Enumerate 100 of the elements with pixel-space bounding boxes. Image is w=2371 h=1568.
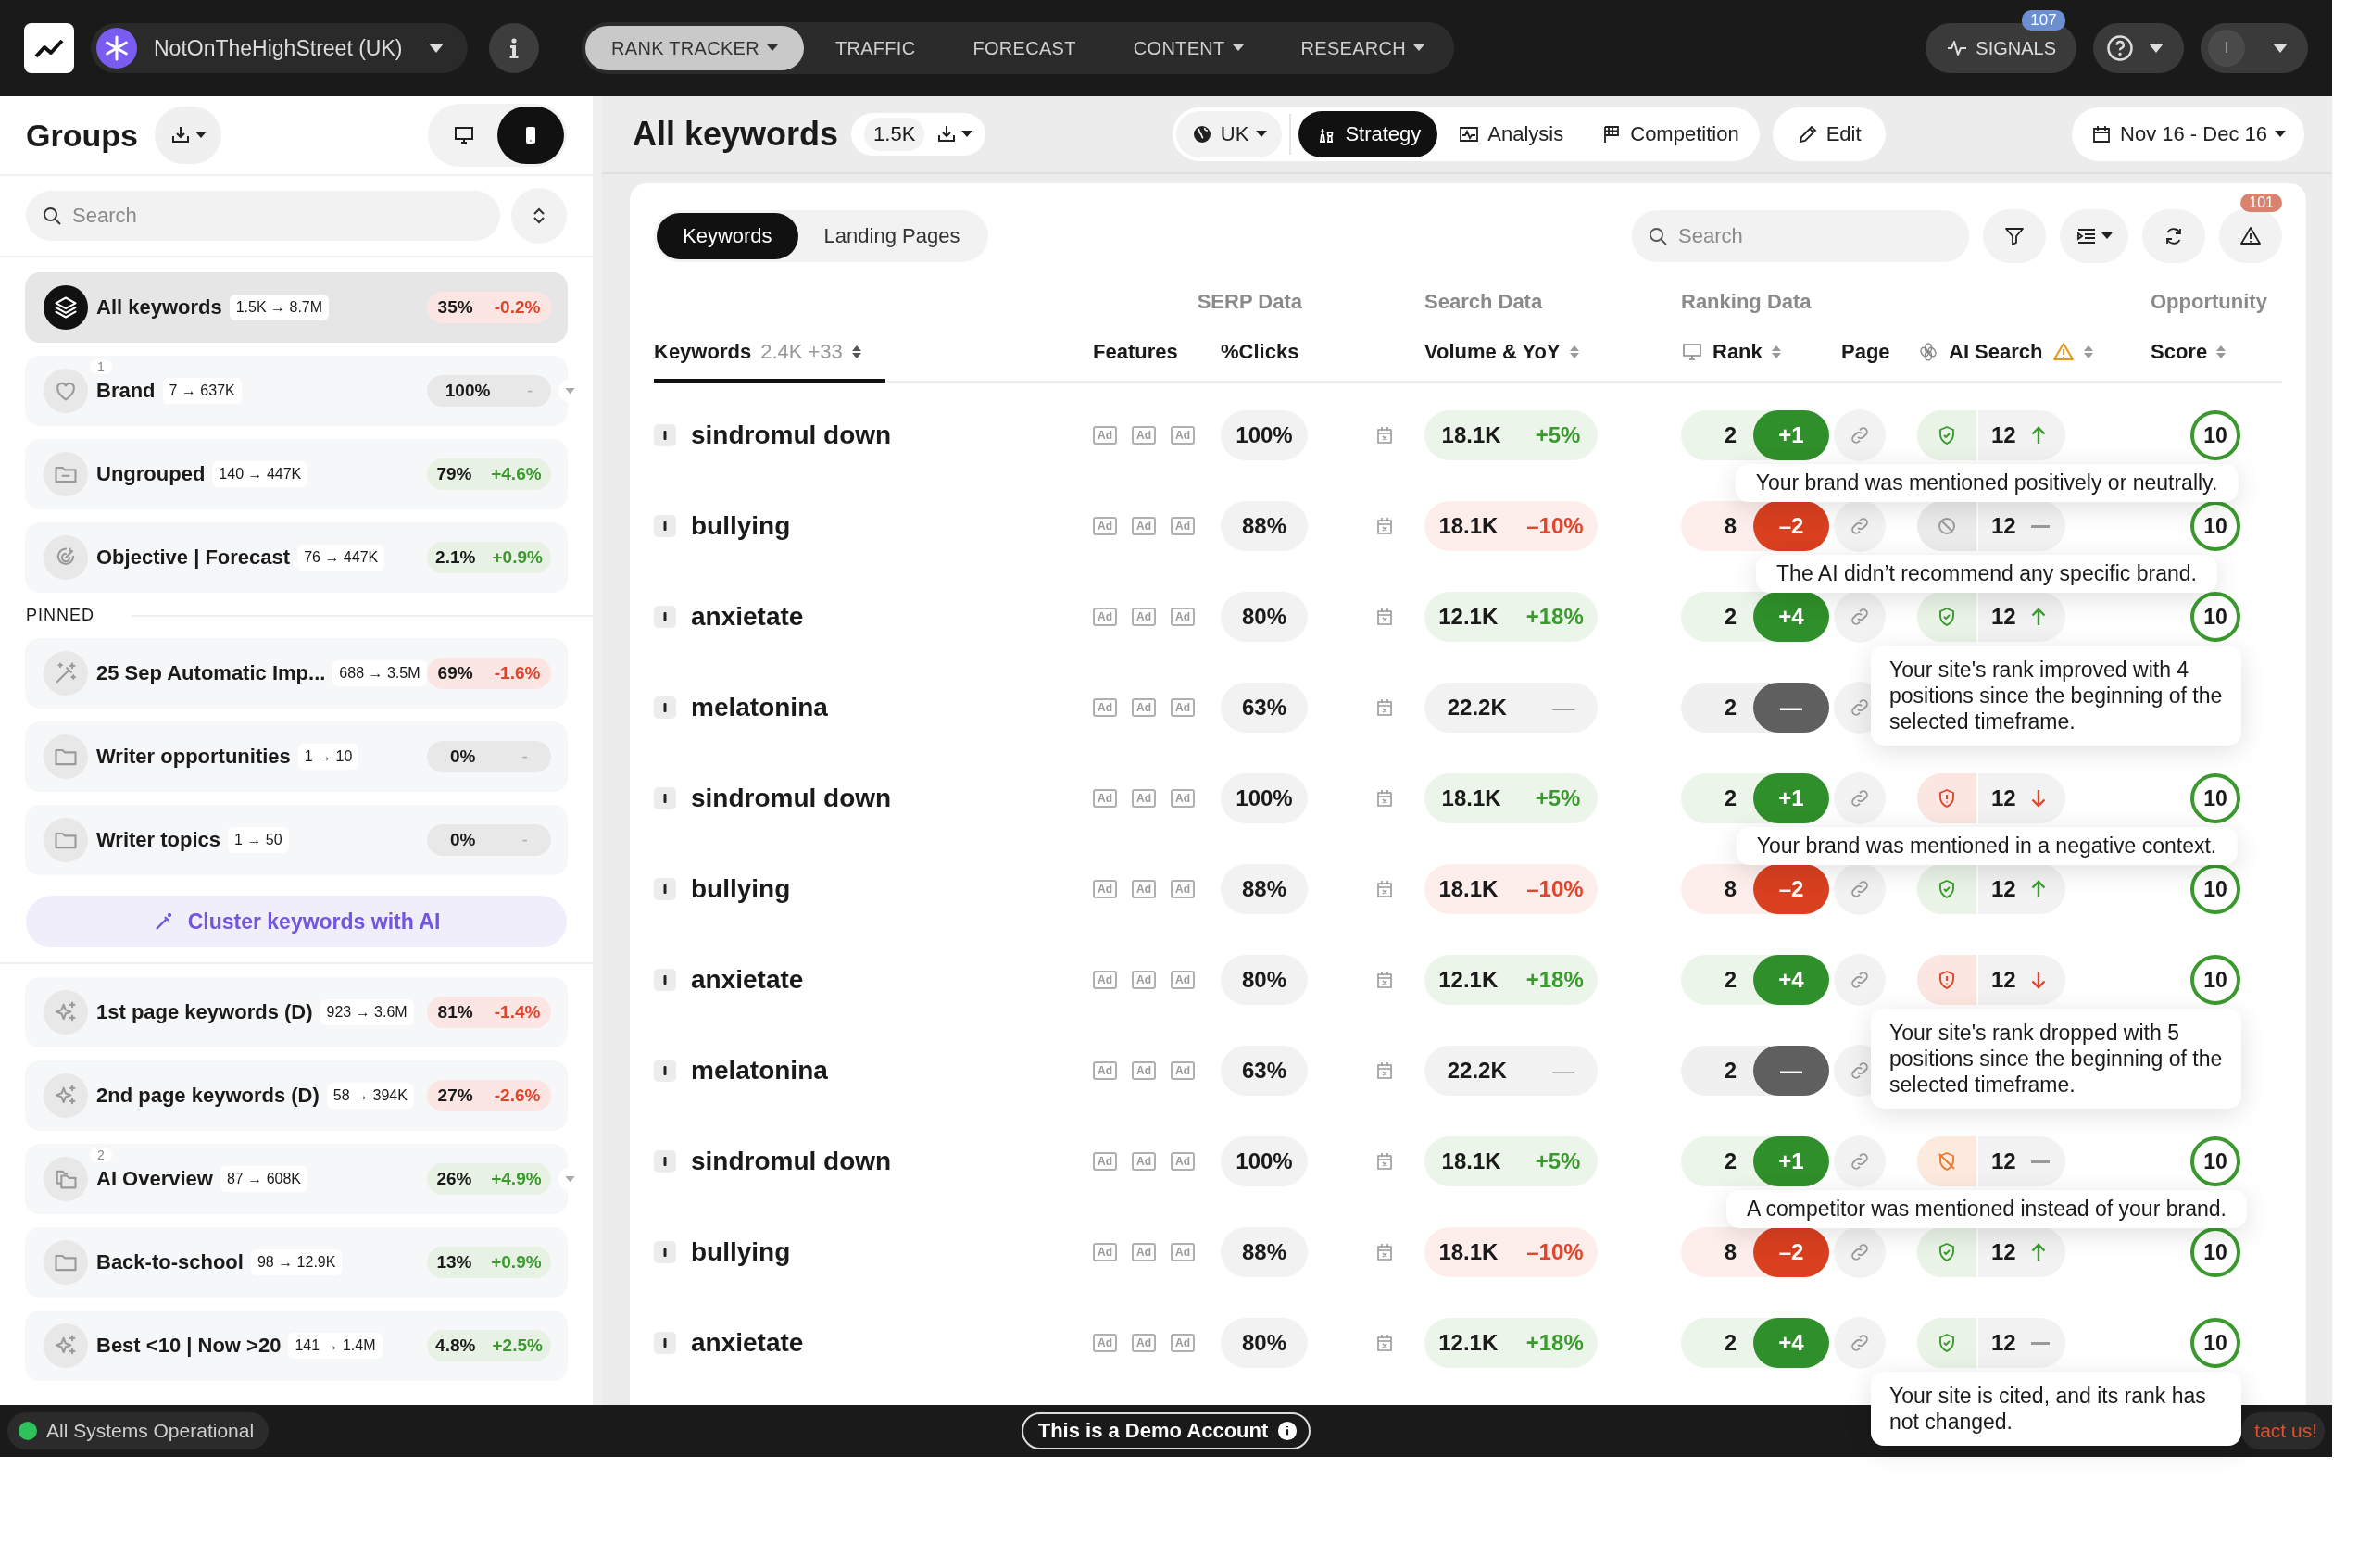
group-item[interactable]: 1st page keywords (D) 923 → 3.6M 81% -1.4%	[25, 977, 568, 1047]
column-header: Features	[1093, 340, 1179, 365]
score-value: 10	[2190, 1136, 2240, 1186]
contact-link[interactable]: tact us!	[2241, 1412, 2325, 1449]
ad-feature-label: Ad	[1093, 1152, 1117, 1171]
yoy-change: +18%	[1525, 1330, 1584, 1356]
alerts-button[interactable]	[2219, 209, 2282, 263]
user-menu[interactable]: I	[2201, 23, 2308, 73]
clicks-value: 88%	[1221, 864, 1308, 914]
nav-tab[interactable]: RESEARCH	[1274, 26, 1451, 70]
cluster-button[interactable]: Cluster keywords with AI	[26, 896, 567, 947]
handle-icon[interactable]	[654, 1060, 676, 1082]
info-button[interactable]	[489, 23, 539, 73]
volume-value: 12.1K	[1438, 1330, 1499, 1356]
ad-feature-label: Ad	[1171, 1334, 1195, 1352]
keyword-text[interactable]: anxietate	[691, 965, 804, 995]
handle-icon[interactable]	[654, 969, 676, 991]
search-field[interactable]: Search	[1632, 210, 1969, 262]
rank-change: —	[1753, 1046, 1829, 1096]
rank-change: +1	[1753, 1136, 1829, 1186]
link-icon	[1849, 878, 1871, 900]
keyword-text[interactable]: bullying	[691, 511, 791, 541]
column-header: Keywords	[654, 340, 752, 364]
ad-feature-label: Ad	[1093, 880, 1117, 898]
nav-tab[interactable]: FORECAST	[947, 26, 1102, 70]
keyword-text[interactable]: melatonina	[691, 693, 828, 722]
yoy-change: +5%	[1535, 422, 1581, 448]
demo-account-notice[interactable]: This is a Demo Account	[1021, 1412, 1311, 1449]
ad-feature-label: Ad	[1093, 698, 1117, 717]
ai-position: 12	[1991, 1239, 2016, 1265]
link-icon	[1849, 424, 1871, 446]
group-item[interactable]: All keywords 1.5K → 8.7M 35% -0.2%	[25, 272, 568, 343]
date-range-picker[interactable]: Nov 16 - Dec 16	[2072, 107, 2304, 161]
group-item[interactable]: 1 Brand 7 → 637K 100% -	[25, 356, 568, 426]
share-change: -1.4%	[494, 1002, 541, 1022]
keyword-count: 2.4K +33	[760, 340, 843, 364]
keyword-text[interactable]: melatonina	[691, 1056, 828, 1085]
logo-icon[interactable]	[24, 23, 74, 73]
search-field[interactable]: Search	[26, 191, 500, 241]
tab[interactable]: Keywords	[657, 213, 798, 259]
system-status[interactable]: All Systems Operational	[7, 1412, 270, 1449]
column-header[interactable]: Score	[2151, 340, 2208, 364]
keyword-text[interactable]: sindromul down	[691, 420, 892, 450]
keyword-text[interactable]: sindromul down	[691, 1147, 892, 1176]
keyword-text[interactable]: sindromul down	[691, 784, 892, 813]
help-icon	[2106, 34, 2134, 62]
caret-icon	[1413, 44, 1425, 52]
column-group-label: Opportunity	[2151, 290, 2268, 314]
ad-feature-label: Ad	[1132, 517, 1156, 535]
keyword-text[interactable]: bullying	[691, 1237, 791, 1267]
help-button[interactable]	[2093, 23, 2184, 73]
group-item[interactable]: Back-to-school 98 → 12.9K 13% +0.9%	[25, 1227, 568, 1298]
group-item[interactable]: 2nd page keywords (D) 58 → 394K 27% -2.6%	[25, 1060, 568, 1131]
handle-icon[interactable]	[654, 787, 676, 809]
caret-icon	[564, 1175, 575, 1183]
tab[interactable]: Landing Pages	[797, 213, 986, 259]
view-tab[interactable]: Competition	[1584, 111, 1756, 157]
group-item[interactable]: Objective | Forecast 76 → 447K 2.1% +0.9%	[25, 522, 568, 593]
column-header[interactable]: Rank	[1712, 340, 1763, 364]
nav-tab[interactable]: TRAFFIC	[809, 26, 942, 70]
ad-feature-label: Ad	[1132, 789, 1156, 808]
group-item[interactable]: Best <10 | Now >20 141 → 1.4M 4.8% +2.5%	[25, 1311, 568, 1381]
keywords-column-header[interactable]: Keywords 2.4K +33	[654, 340, 885, 383]
handle-icon[interactable]	[654, 696, 676, 719]
share-value: 2.1%	[435, 547, 476, 568]
ban-icon	[1936, 515, 1958, 537]
keyword-text[interactable]: anxietate	[691, 602, 804, 632]
share-change: -2.6%	[494, 1085, 541, 1106]
handle-icon[interactable]	[654, 878, 676, 900]
nav-tab[interactable]: CONTENT	[1107, 26, 1270, 70]
group-item[interactable]: 25 Sep Automatic Imp... 688 → 3.5M 69% -1.6%	[25, 638, 568, 709]
handle-icon[interactable]	[654, 1332, 676, 1354]
handle-icon[interactable]	[654, 1241, 676, 1263]
country-dropdown[interactable]: UK	[1175, 111, 1283, 157]
group-item[interactable]: Writer topics 1 → 50 0% -	[25, 805, 568, 875]
group-item[interactable]: Ungrouped 140 → 447K 79% +4.6%	[25, 439, 568, 509]
share-change: +0.9%	[491, 1252, 542, 1273]
handle-icon[interactable]	[654, 424, 676, 446]
group-item[interactable]: 2 AI Overview 87 → 608K 26% +4.9%	[25, 1144, 568, 1214]
count-badge: 1	[90, 359, 112, 374]
handle-icon[interactable]	[654, 606, 676, 628]
column-header[interactable]: Volume & YoY	[1424, 340, 1561, 364]
project-selector[interactable]: NotOnTheHighStreet (UK)	[91, 23, 468, 73]
mobile-view-button[interactable]	[497, 107, 564, 164]
share-value: 35%	[437, 297, 473, 318]
view-tab[interactable]: Strategy	[1298, 111, 1438, 157]
ad-feature-label: Ad	[1093, 971, 1117, 989]
sort-icon	[2083, 345, 2093, 359]
handle-icon[interactable]	[654, 515, 676, 537]
nav-tab[interactable]: RANK TRACKER	[585, 26, 804, 70]
handle-icon[interactable]	[654, 1150, 676, 1173]
group-item[interactable]: Writer opportunities 1 → 10 0% -	[25, 721, 568, 792]
volume-value: 12.1K	[1438, 967, 1499, 993]
view-tab[interactable]: Analysis	[1441, 111, 1581, 157]
caret-icon	[1256, 131, 1268, 138]
keyword-text[interactable]: anxietate	[691, 1328, 804, 1358]
keyword-text[interactable]: bullying	[691, 874, 791, 904]
column-header[interactable]: AI Search	[1949, 340, 2043, 364]
edit-button[interactable]: Edit	[1772, 107, 1886, 161]
count-badge: 2	[90, 1148, 112, 1162]
